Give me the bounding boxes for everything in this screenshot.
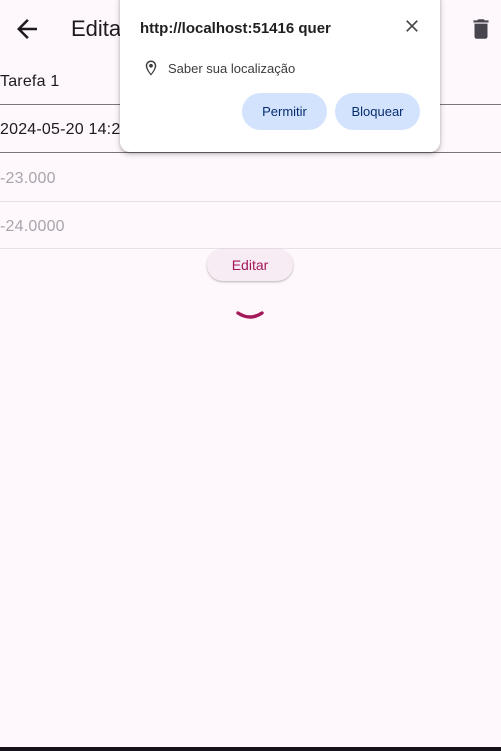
block-button[interactable]: Bloquear <box>335 93 420 130</box>
edit-button[interactable]: Editar <box>207 249 293 281</box>
latitude-field[interactable]: -23.000 <box>0 154 501 202</box>
bottom-edge <box>0 747 501 751</box>
longitude-field[interactable]: -24.0000 <box>0 203 501 249</box>
close-icon <box>406 20 418 32</box>
permission-description: Saber sua localização <box>168 61 296 76</box>
longitude-value: -24.0000 <box>0 218 65 235</box>
permission-close-button[interactable] <box>402 16 422 36</box>
app-screen: Editar Tarefa Tarefa 1 2024-05-20 14:20 … <box>0 0 501 751</box>
location-permission-dialog: http://localhost:51416 quer Saber sua lo… <box>120 0 440 152</box>
latitude-value: -23.000 <box>0 170 56 187</box>
delete-button[interactable] <box>468 16 494 42</box>
task-title-value: Tarefa 1 <box>0 73 60 90</box>
back-button[interactable] <box>12 14 42 44</box>
permission-origin-text: http://localhost:51416 quer <box>140 20 331 37</box>
allow-button[interactable]: Permitir <box>242 93 327 130</box>
location-pin-icon <box>145 60 157 76</box>
task-date-value: 2024-05-20 14:20 <box>0 121 130 138</box>
arrow-back-icon <box>17 19 37 39</box>
trash-icon <box>473 19 489 39</box>
loading-spinner <box>236 311 264 319</box>
